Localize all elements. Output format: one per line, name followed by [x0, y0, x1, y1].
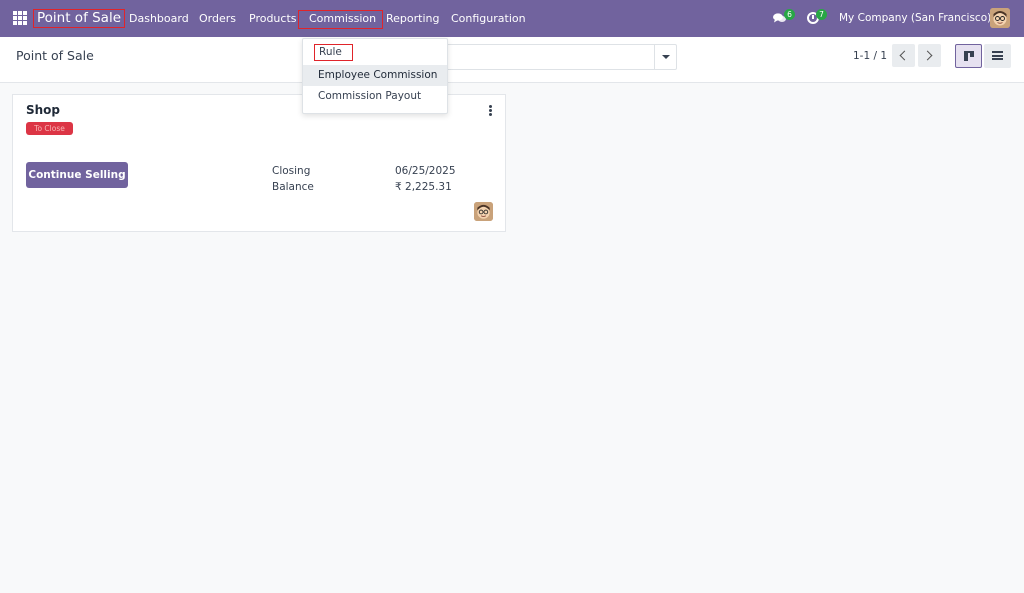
- apps-grid-icon[interactable]: [13, 11, 27, 25]
- card-title: Shop: [26, 103, 61, 117]
- company-switcher[interactable]: My Company (San Francisco): [839, 12, 991, 25]
- nav-products[interactable]: Products: [249, 12, 297, 25]
- closing-label: Closing: [272, 165, 311, 177]
- list-icon: [992, 51, 1003, 60]
- responsible-avatar[interactable]: [474, 202, 493, 221]
- list-view-button[interactable]: [984, 44, 1011, 68]
- nav-reporting[interactable]: Reporting: [386, 12, 439, 25]
- status-badge: To Close: [26, 122, 73, 135]
- kanban-icon: [964, 51, 974, 61]
- menu-item-commission-payout[interactable]: Commission Payout: [303, 86, 447, 107]
- pager-value[interactable]: 1-1 / 1: [853, 50, 887, 63]
- top-navbar: Point of Sale Dashboard Orders Products …: [0, 0, 1024, 37]
- pager-next-button[interactable]: [918, 44, 941, 67]
- search-input[interactable]: [440, 44, 677, 70]
- user-avatar[interactable]: [990, 8, 1010, 28]
- search-options-toggle[interactable]: [654, 45, 676, 69]
- chevron-left-icon: [899, 50, 910, 61]
- balance-value: ₹ 2,225.31: [395, 181, 452, 193]
- nav-orders[interactable]: Orders: [199, 12, 236, 25]
- activities-badge: 7: [816, 9, 827, 20]
- nav-dashboard[interactable]: Dashboard: [129, 12, 189, 25]
- continue-selling-button[interactable]: Continue Selling: [26, 162, 128, 188]
- nav-commission-label: Commission: [309, 12, 377, 25]
- messages-badge: 6: [784, 9, 795, 20]
- balance-label: Balance: [272, 181, 314, 193]
- avatar-face-icon: [990, 8, 1010, 28]
- commission-dropdown-menu: Rule Employee Commission Commission Payo…: [302, 38, 448, 114]
- nav-commission[interactable]: Commission: [298, 10, 383, 29]
- closing-date: 06/25/2025: [395, 165, 456, 177]
- app-brand[interactable]: Point of Sale: [33, 9, 126, 28]
- menu-item-rule-label: Rule: [319, 46, 342, 58]
- pager-previous-button[interactable]: [892, 44, 915, 67]
- pos-config-card[interactable]: Shop To Close Continue Selling Closing 0…: [12, 94, 506, 232]
- nav-configuration[interactable]: Configuration: [451, 12, 526, 25]
- menu-item-rule[interactable]: Rule: [314, 44, 353, 61]
- page-title: Point of Sale: [16, 48, 94, 63]
- avatar-face-icon: [474, 202, 493, 221]
- menu-item-employee-commission[interactable]: Employee Commission: [303, 65, 447, 86]
- chevron-right-icon: [922, 50, 933, 61]
- control-panel: Point of Sale 1-1 / 1: [0, 37, 1024, 83]
- card-menu-kebab-icon[interactable]: [489, 105, 492, 116]
- kanban-view-button[interactable]: [955, 44, 982, 68]
